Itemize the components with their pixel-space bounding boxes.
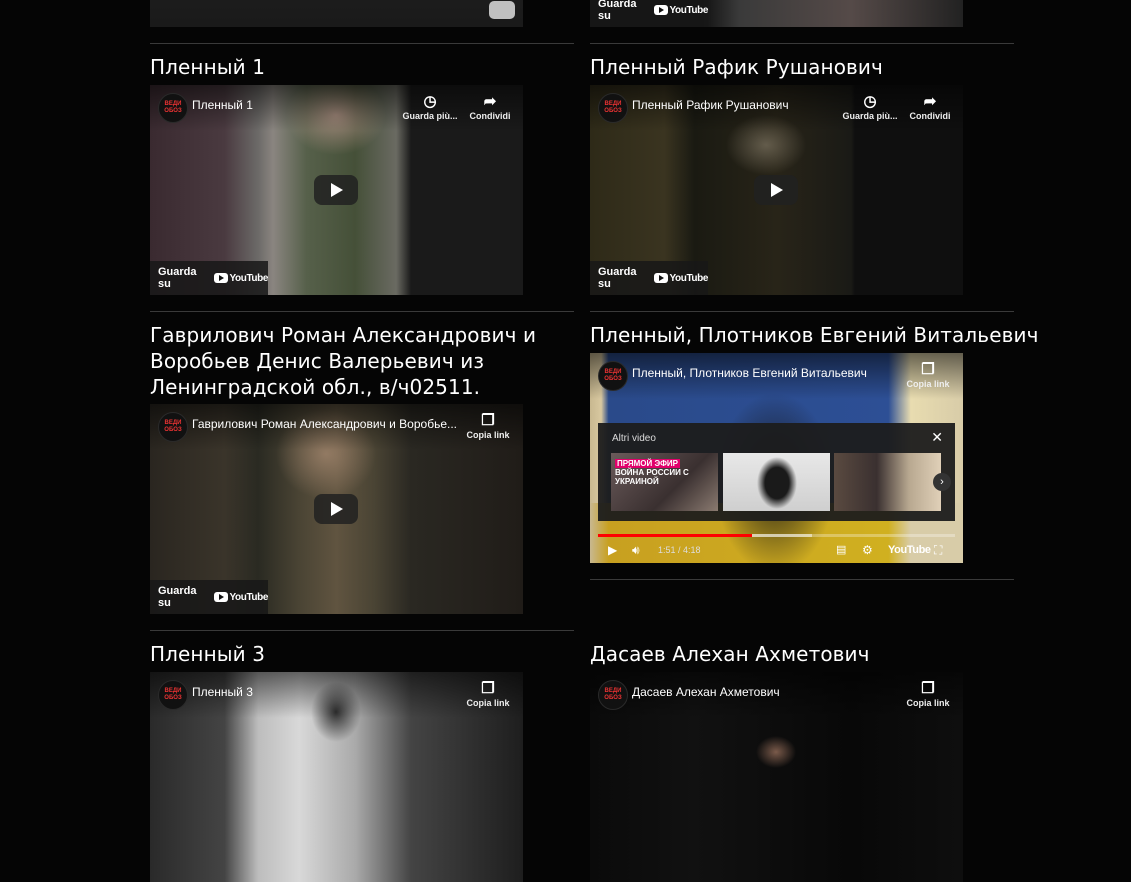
watch-on-youtube-button[interactable]: Guarda su YouTube — [150, 580, 268, 614]
video-embed[interactable]: ВЕДИ ОБОЗ Пленный 1 ◷ Guarda più... ➦ Co… — [150, 85, 523, 295]
video-embed[interactable] — [150, 0, 523, 27]
divider — [590, 43, 1014, 44]
youtube-wordmark: YouTube — [229, 272, 269, 284]
video-title: Пленный Рафик Рушанович — [590, 55, 883, 79]
watch-label: Guarda su — [158, 266, 197, 290]
youtube-wordmark: YouTube — [229, 591, 269, 603]
play-button[interactable] — [754, 175, 798, 205]
watch-later-button[interactable]: ◷ Guarda più... — [840, 93, 900, 121]
divider — [150, 630, 574, 631]
youtube-wordmark: YouTube — [669, 4, 709, 16]
youtube-play-icon — [213, 273, 228, 283]
player-title[interactable]: Пленный Рафик Рушанович — [632, 98, 789, 112]
watch-on-youtube-button[interactable]: Guarda su YouTube — [150, 261, 268, 295]
video-embed[interactable]: ВЕДИ ОБОЗ Пленный Рафик Рушанович ◷ Guar… — [590, 85, 963, 295]
divider — [590, 311, 1014, 312]
copy-link-label: Copia link — [466, 430, 510, 440]
divider — [150, 43, 574, 44]
copy-link-label: Copia link — [466, 698, 510, 708]
share-button[interactable]: ➦ Condividi — [466, 93, 514, 121]
player-title[interactable]: Дасаев Алехан Ахметович — [632, 685, 780, 699]
player-controls: ▶ 🔊︎ 1:51 / 4:18 ▤ ⚙ YouTube ⛶ — [590, 537, 963, 563]
play-icon[interactable]: ▶ — [608, 543, 617, 557]
more-videos-panel: Altri video ✕ ПРЯМОЙ ЭФИР ВОЙНА РОССИИ С… — [598, 423, 955, 521]
copy-link-label: Copia link — [906, 698, 950, 708]
watch-label: Guarda su — [598, 0, 637, 22]
share-icon: ➦ — [923, 93, 937, 110]
channel-logo[interactable]: ВЕДИ ОБОЗ — [158, 93, 188, 123]
video-title-line: Воробьев Денис Валерьевич из — [150, 349, 485, 373]
video-title-line: Гаврилович Роман Александрович и — [150, 323, 537, 347]
share-label: Condividi — [469, 111, 511, 121]
copy-icon: ❐ — [481, 412, 495, 429]
chevron-right-icon[interactable]: › — [933, 473, 951, 491]
more-videos-label: Altri video — [612, 433, 656, 444]
live-badge: ПРЯМОЙ ЭФИР — [615, 459, 680, 468]
copy-link-button[interactable]: ❐ Copia link — [464, 412, 512, 440]
clock-icon: ◷ — [423, 93, 437, 110]
video-title-line: Ленинградской обл., в/ч02511. — [150, 375, 481, 399]
channel-logo[interactable]: ВЕДИ ОБОЗ — [158, 680, 188, 710]
video-title: Пленный 1 — [150, 55, 266, 79]
share-button[interactable]: ➦ Condividi — [906, 93, 954, 121]
channel-logo[interactable]: ВЕДИ ОБОЗ — [598, 93, 628, 123]
volume-icon[interactable]: 🔊︎ — [632, 543, 640, 557]
watch-on-youtube-button[interactable]: Guarda su YouTube — [590, 261, 708, 295]
divider — [150, 311, 574, 312]
play-button[interactable] — [314, 494, 358, 524]
channel-logo[interactable]: ВЕДИ ОБОЗ — [598, 680, 628, 710]
play-button[interactable] — [314, 175, 358, 205]
youtube-play-icon — [653, 5, 668, 15]
share-label: Condividi — [909, 111, 951, 121]
copy-link-button[interactable]: ❐ Copia link — [904, 680, 952, 708]
watch-later-button[interactable]: ◷ Guarda più... — [400, 93, 460, 121]
video-embed[interactable]: ВЕДИ ОБОЗ Дасаев Алехан Ахметович ❐ Copi… — [590, 672, 963, 882]
youtube-play-icon — [213, 592, 228, 602]
related-video-thumbnail[interactable] — [723, 453, 830, 511]
youtube-play-icon — [653, 273, 668, 283]
player-title[interactable]: Пленный 1 — [192, 98, 253, 112]
copy-icon: ❐ — [481, 680, 495, 697]
related-video-thumbnail[interactable]: ПРЯМОЙ ЭФИР ВОЙНА РОССИИ С УКРАИНОЙ — [611, 453, 718, 511]
player-title[interactable]: Пленный, Плотников Евгений Витальевич — [632, 366, 867, 380]
video-embed[interactable]: ВЕДИ ОБОЗ Гаврилович Роман Александрович… — [150, 404, 523, 614]
video-title: Пленный 3 — [150, 642, 266, 666]
clock-icon: ◷ — [863, 93, 877, 110]
video-title: Дасаев Алехан Ахметович — [590, 642, 870, 666]
video-embed[interactable]: Guarda su YouTube — [590, 0, 963, 27]
settings-gear-icon[interactable]: ⚙ — [862, 543, 873, 557]
channel-logo[interactable]: ВЕДИ ОБОЗ — [598, 361, 628, 391]
copy-link-label: Copia link — [906, 379, 950, 389]
copy-icon: ❐ — [921, 680, 935, 697]
player-title[interactable]: Гаврилович Роман Александрович и Воробье… — [192, 417, 457, 431]
share-icon: ➦ — [483, 93, 497, 110]
close-icon[interactable]: ✕ — [931, 429, 943, 446]
watch-later-label: Guarda più... — [402, 111, 458, 121]
watch-later-label: Guarda più... — [842, 111, 898, 121]
related-video-thumbnail[interactable] — [834, 453, 941, 511]
thumbnail-text: ВОЙНА РОССИИ С УКРАИНОЙ — [615, 468, 689, 486]
divider — [590, 579, 1014, 580]
youtube-logo-button[interactable]: YouTube — [888, 543, 931, 557]
video-title: Пленный, Плотников Евгений Витальевич — [590, 323, 1039, 347]
youtube-wordmark: YouTube — [669, 272, 709, 284]
player-title[interactable]: Пленный 3 — [192, 685, 253, 699]
watch-on-youtube-button[interactable]: Guarda su YouTube — [590, 0, 708, 27]
youtube-logo-icon[interactable] — [489, 1, 515, 19]
video-embed[interactable]: ВЕДИ ОБОЗ Пленный 3 ❐ Copia link — [150, 672, 523, 882]
thumbnail-caption: ПРЯМОЙ ЭФИР ВОЙНА РОССИИ С УКРАИНОЙ — [615, 459, 718, 486]
time-display: 1:51 / 4:18 — [658, 545, 701, 555]
channel-logo[interactable]: ВЕДИ ОБОЗ — [158, 412, 188, 442]
copy-icon: ❐ — [921, 361, 935, 378]
watch-label: Guarda su — [598, 266, 637, 290]
watch-label: Guarda su — [158, 585, 197, 609]
copy-link-button[interactable]: ❐ Copia link — [904, 361, 952, 389]
subtitles-icon[interactable]: ▤ — [836, 543, 846, 557]
video-title: Гаврилович Роман Александрович и Воробье… — [150, 322, 536, 400]
video-player[interactable]: ВЕДИ ОБОЗ Пленный, Плотников Евгений Вит… — [590, 353, 963, 563]
fullscreen-icon[interactable]: ⛶ — [934, 543, 942, 557]
copy-link-button[interactable]: ❐ Copia link — [464, 680, 512, 708]
